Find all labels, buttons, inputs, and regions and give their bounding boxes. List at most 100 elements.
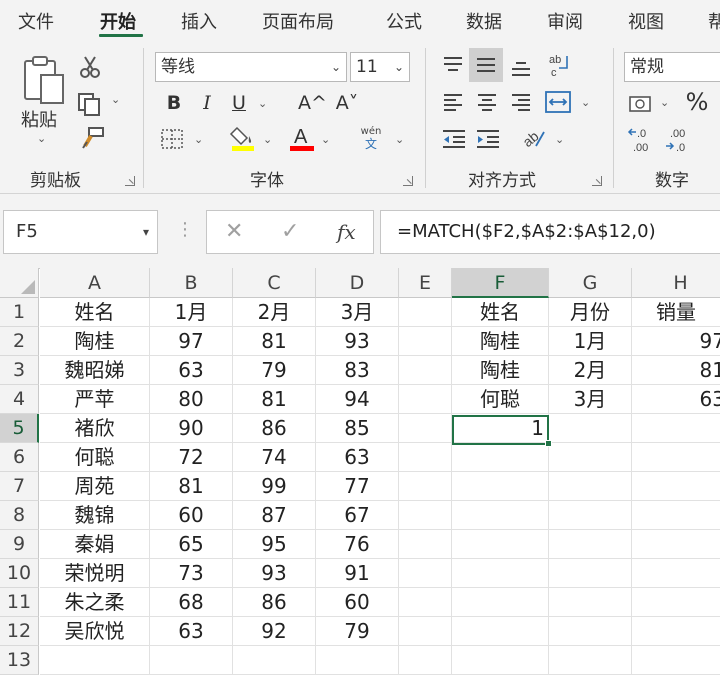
tab-file[interactable]: 文件 xyxy=(18,8,54,34)
cut-icon[interactable] xyxy=(78,54,102,80)
cell-b11[interactable]: 68 xyxy=(150,588,233,617)
column-header-d[interactable]: D xyxy=(316,268,399,298)
copy-icon[interactable] xyxy=(76,92,104,116)
cell-d2[interactable]: 93 xyxy=(316,327,399,356)
cell-a9[interactable]: 秦娟 xyxy=(40,530,150,559)
cell-g8[interactable] xyxy=(549,501,632,530)
cell-e13[interactable] xyxy=(399,646,452,675)
italic-button[interactable]: I xyxy=(197,92,217,114)
cell-d4[interactable]: 94 xyxy=(316,385,399,414)
cell-d5[interactable]: 85 xyxy=(316,414,399,443)
cell-d10[interactable]: 91 xyxy=(316,559,399,588)
cell-d8[interactable]: 67 xyxy=(316,501,399,530)
column-header-g[interactable]: G xyxy=(549,268,632,298)
top-align-icon[interactable] xyxy=(441,55,465,75)
cell-c4[interactable]: 81 xyxy=(233,385,316,414)
cell-c11[interactable]: 86 xyxy=(233,588,316,617)
row-header-11[interactable]: 11 xyxy=(0,588,39,617)
increase-decimal-icon[interactable]: .0.00 xyxy=(627,126,657,154)
cell-h6[interactable] xyxy=(632,443,720,472)
cell-g7[interactable] xyxy=(549,472,632,501)
row-header-9[interactable]: 9 xyxy=(0,530,39,559)
cell-c6[interactable]: 74 xyxy=(233,443,316,472)
font-size-combo[interactable]: 11 ⌄ xyxy=(350,52,410,82)
cell-d1[interactable]: 3月 xyxy=(316,298,399,327)
cell-f9[interactable] xyxy=(452,530,549,559)
cell-a6[interactable]: 何聪 xyxy=(40,443,150,472)
enter-icon[interactable]: ✓ xyxy=(281,219,299,244)
cell-f11[interactable] xyxy=(452,588,549,617)
tab-data[interactable]: 数据 xyxy=(466,8,502,34)
row-header-13[interactable]: 13 xyxy=(0,646,39,675)
cell-g5[interactable] xyxy=(549,414,632,443)
cell-d7[interactable]: 77 xyxy=(316,472,399,501)
tab-page-layout[interactable]: 页面布局 xyxy=(262,8,334,34)
cell-b1[interactable]: 1月 xyxy=(150,298,233,327)
cancel-icon[interactable]: ✕ xyxy=(225,219,243,244)
phonetic-dropdown-arrow[interactable]: ⌄ xyxy=(395,133,404,146)
cell-f2[interactable]: 陶桂 xyxy=(452,327,549,356)
cell-f3[interactable]: 陶桂 xyxy=(452,356,549,385)
paste-dropdown-arrow[interactable]: ⌄ xyxy=(37,132,46,145)
cell-a10[interactable]: 荣悦明 xyxy=(40,559,150,588)
cell-e5[interactable] xyxy=(399,414,452,443)
text-orientation-wrap-icon[interactable]: ab c xyxy=(547,52,573,78)
increase-indent-icon[interactable] xyxy=(475,128,501,150)
column-header-h[interactable]: H xyxy=(632,268,720,298)
decrease-decimal-icon[interactable]: .00.0 xyxy=(664,126,694,154)
align-right-icon[interactable] xyxy=(509,92,533,112)
insert-function-icon[interactable]: fx xyxy=(337,220,356,244)
cell-a3[interactable]: 魏昭娣 xyxy=(40,356,150,385)
cell-b8[interactable]: 60 xyxy=(150,501,233,530)
name-box[interactable]: F5 ▾ xyxy=(3,210,158,254)
cell-h7[interactable] xyxy=(632,472,720,501)
cell-b9[interactable]: 65 xyxy=(150,530,233,559)
row-header-4[interactable]: 4 xyxy=(0,385,39,414)
percent-style-button[interactable]: % xyxy=(682,88,712,116)
cell-e3[interactable] xyxy=(399,356,452,385)
fill-color-dropdown-arrow[interactable]: ⌄ xyxy=(263,133,272,146)
cell-g11[interactable] xyxy=(549,588,632,617)
cell-g4[interactable]: 3月 xyxy=(549,385,632,414)
cell-c7[interactable]: 99 xyxy=(233,472,316,501)
tab-formulas[interactable]: 公式 xyxy=(386,8,422,34)
font-dialog-launcher[interactable] xyxy=(403,176,413,186)
cell-h4[interactable]: 63 xyxy=(632,385,720,414)
cell-c10[interactable]: 93 xyxy=(233,559,316,588)
borders-dropdown-arrow[interactable]: ⌄ xyxy=(194,133,203,146)
font-name-combo[interactable]: 等线 ⌄ xyxy=(155,52,347,82)
formula-bar-grip[interactable]: ⋮ xyxy=(176,219,194,240)
alignment-dialog-launcher[interactable] xyxy=(592,176,602,186)
tab-review[interactable]: 审阅 xyxy=(547,8,583,34)
font-color-icon[interactable]: A xyxy=(288,124,316,152)
cell-g3[interactable]: 2月 xyxy=(549,356,632,385)
row-header-10[interactable]: 10 xyxy=(0,559,39,588)
row-header-6[interactable]: 6 xyxy=(0,443,39,472)
cell-b5[interactable]: 90 xyxy=(150,414,233,443)
cell-a8[interactable]: 魏锦 xyxy=(40,501,150,530)
row-header-2[interactable]: 2 xyxy=(0,327,39,356)
cell-f4[interactable]: 何聪 xyxy=(452,385,549,414)
tab-help[interactable]: 帮 xyxy=(708,8,720,34)
accounting-dropdown-arrow[interactable]: ⌄ xyxy=(660,96,669,109)
row-header-1[interactable]: 1 xyxy=(0,298,39,327)
cell-d12[interactable]: 79 xyxy=(316,617,399,646)
cell-h11[interactable] xyxy=(632,588,720,617)
cell-h1[interactable]: 销量 xyxy=(632,298,720,327)
underline-dropdown-arrow[interactable]: ⌄ xyxy=(258,97,267,110)
borders-icon[interactable] xyxy=(160,128,184,150)
align-left-icon[interactable] xyxy=(441,92,465,112)
cell-b13[interactable] xyxy=(150,646,233,675)
row-header-5[interactable]: 5 xyxy=(0,414,39,443)
cell-d3[interactable]: 83 xyxy=(316,356,399,385)
cell-c2[interactable]: 81 xyxy=(233,327,316,356)
cell-d13[interactable] xyxy=(316,646,399,675)
cell-e4[interactable] xyxy=(399,385,452,414)
row-header-8[interactable]: 8 xyxy=(0,501,39,530)
cell-c12[interactable]: 92 xyxy=(233,617,316,646)
orientation-dropdown-arrow[interactable]: ⌄ xyxy=(555,133,564,146)
cell-e6[interactable] xyxy=(399,443,452,472)
font-color-dropdown-arrow[interactable]: ⌄ xyxy=(321,133,330,146)
bottom-align-icon[interactable] xyxy=(509,58,533,78)
cell-c3[interactable]: 79 xyxy=(233,356,316,385)
